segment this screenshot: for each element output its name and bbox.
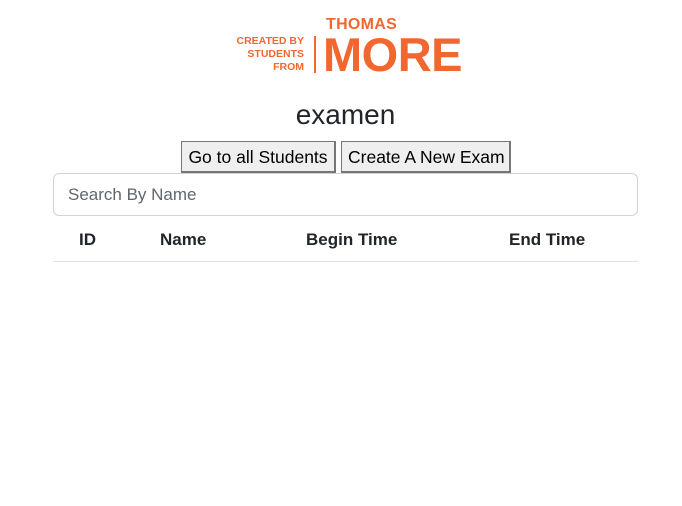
column-header-begin-time: Begin Time: [306, 230, 398, 249]
search-input[interactable]: [53, 173, 638, 216]
logo-brand-main: MORE: [323, 28, 463, 81]
page: CREATED BY STUDENTS FROM THOMAS MORE exa…: [0, 0, 682, 506]
exam-table-header: ID Name Begin Time End Time: [53, 220, 638, 262]
logo-tagline-line2: STUDENTS: [247, 48, 304, 60]
column-header-id: ID: [79, 230, 96, 249]
column-header-end-time: End Time: [509, 230, 586, 249]
thomas-more-logo: CREATED BY STUDENTS FROM THOMAS MORE: [230, 16, 463, 81]
logo-tagline-line3: FROM: [273, 61, 304, 73]
logo-tagline-line1: CREATED BY: [236, 35, 304, 47]
logo-tagline: CREATED BY STUDENTS FROM: [230, 35, 304, 74]
create-new-exam-button[interactable]: Create A New Exam: [341, 141, 511, 173]
go-to-all-students-button[interactable]: Go to all Students: [181, 141, 336, 173]
column-header-name: Name: [160, 230, 207, 249]
page-title: examen: [295, 99, 396, 130]
logo-divider: [314, 36, 316, 73]
